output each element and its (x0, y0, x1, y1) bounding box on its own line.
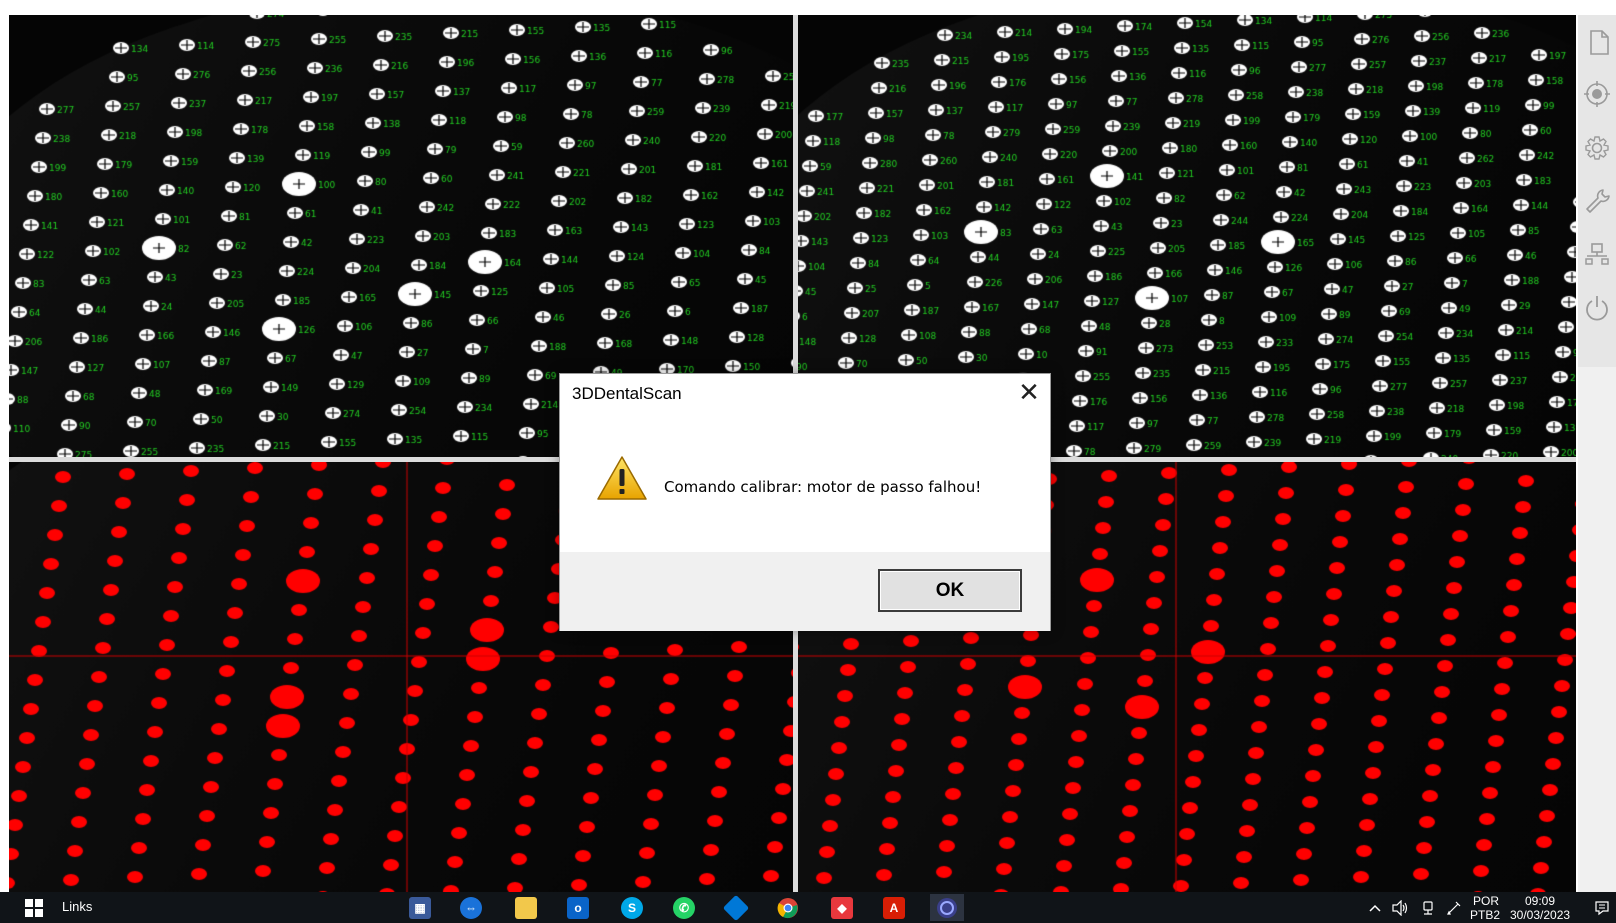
input-language-top[interactable]: POR (1473, 894, 1499, 908)
notifications-button[interactable] (1592, 896, 1612, 920)
links-toolbar[interactable]: Links (62, 899, 92, 914)
power-button[interactable] (1579, 287, 1615, 329)
dialog-message: Comando calibrar: motor de passo falhou! (664, 478, 982, 496)
calculator-icon: ▦ (409, 897, 431, 919)
volume-button[interactable] (1390, 896, 1410, 920)
taskbar-app-skype[interactable]: S (620, 896, 644, 920)
target-icon (1584, 81, 1610, 107)
start-button[interactable] (22, 896, 46, 920)
right-toolbar (1578, 15, 1616, 892)
dialog-close-button[interactable]: ✕ (1012, 376, 1046, 408)
chevron-up-icon (1369, 904, 1381, 912)
taskbar-app-outlook[interactable]: o (566, 896, 590, 920)
settings-gear-icon (1585, 136, 1609, 160)
whatsapp-icon: ✆ (673, 897, 695, 919)
chrome-icon (777, 898, 798, 919)
power-icon (1586, 296, 1608, 321)
new-document-button[interactable] (1579, 21, 1615, 63)
app-blue-icon (722, 894, 750, 922)
settings-button[interactable] (1579, 127, 1615, 169)
taskbar-app-chrome[interactable] (776, 896, 800, 920)
network-icon (1585, 243, 1609, 265)
network-button[interactable] (1579, 233, 1615, 275)
pen-icon (1447, 901, 1461, 915)
taskbar-app-file-explorer[interactable] (514, 896, 538, 920)
dialog-title: 3DDentalScan (572, 384, 682, 403)
tray-overflow-button[interactable] (1366, 896, 1384, 920)
plug-icon (1423, 901, 1433, 915)
pen-workspace-button[interactable] (1444, 896, 1464, 920)
windows-logo-icon (25, 899, 43, 917)
acrobat-icon: A (883, 897, 905, 919)
taskbar-app-scanner-active[interactable] (930, 894, 964, 921)
anydesk-icon: ◆ (831, 897, 853, 919)
taskbar-app-calculator[interactable]: ▦ (408, 896, 432, 920)
taskbar-app-blue[interactable] (722, 894, 750, 922)
notification-icon (1595, 901, 1609, 916)
network-status-button[interactable] (1418, 896, 1438, 920)
warning-icon (597, 456, 647, 500)
tools-button[interactable] (1579, 180, 1615, 222)
wrench-icon (1586, 189, 1610, 213)
file-explorer-icon (515, 897, 537, 919)
taskbar-app-anydesk[interactable]: ◆ (830, 896, 854, 920)
error-dialog: 3DDentalScan ✕ Comando calibrar: motor d… (559, 373, 1051, 631)
ok-button[interactable]: OK (878, 569, 1022, 612)
desktop-screen: 3DDentalScan ✕ Comando calibrar: motor d… (0, 0, 1616, 923)
clock-date[interactable]: 30/03/2023 (1510, 908, 1570, 922)
taskbar-app-whatsapp[interactable]: ✆ (672, 896, 696, 920)
windows-taskbar: Links ▦ ⇔ o S ✆ ◆ A POR PTB2 09:09 30/03… (0, 892, 1616, 923)
scanner-app-icon (937, 897, 957, 918)
outlook-icon: o (567, 897, 589, 919)
clock-time[interactable]: 09:09 (1525, 894, 1555, 908)
taskbar-app-teamviewer[interactable]: ⇔ (459, 896, 483, 920)
input-language-bottom[interactable]: PTB2 (1470, 908, 1500, 922)
speaker-icon (1392, 900, 1408, 916)
new-document-icon (1590, 30, 1609, 55)
taskbar-app-acrobat[interactable]: A (882, 896, 906, 920)
teamviewer-icon: ⇔ (460, 897, 482, 919)
target-button[interactable] (1579, 73, 1615, 115)
skype-icon: S (621, 897, 643, 919)
